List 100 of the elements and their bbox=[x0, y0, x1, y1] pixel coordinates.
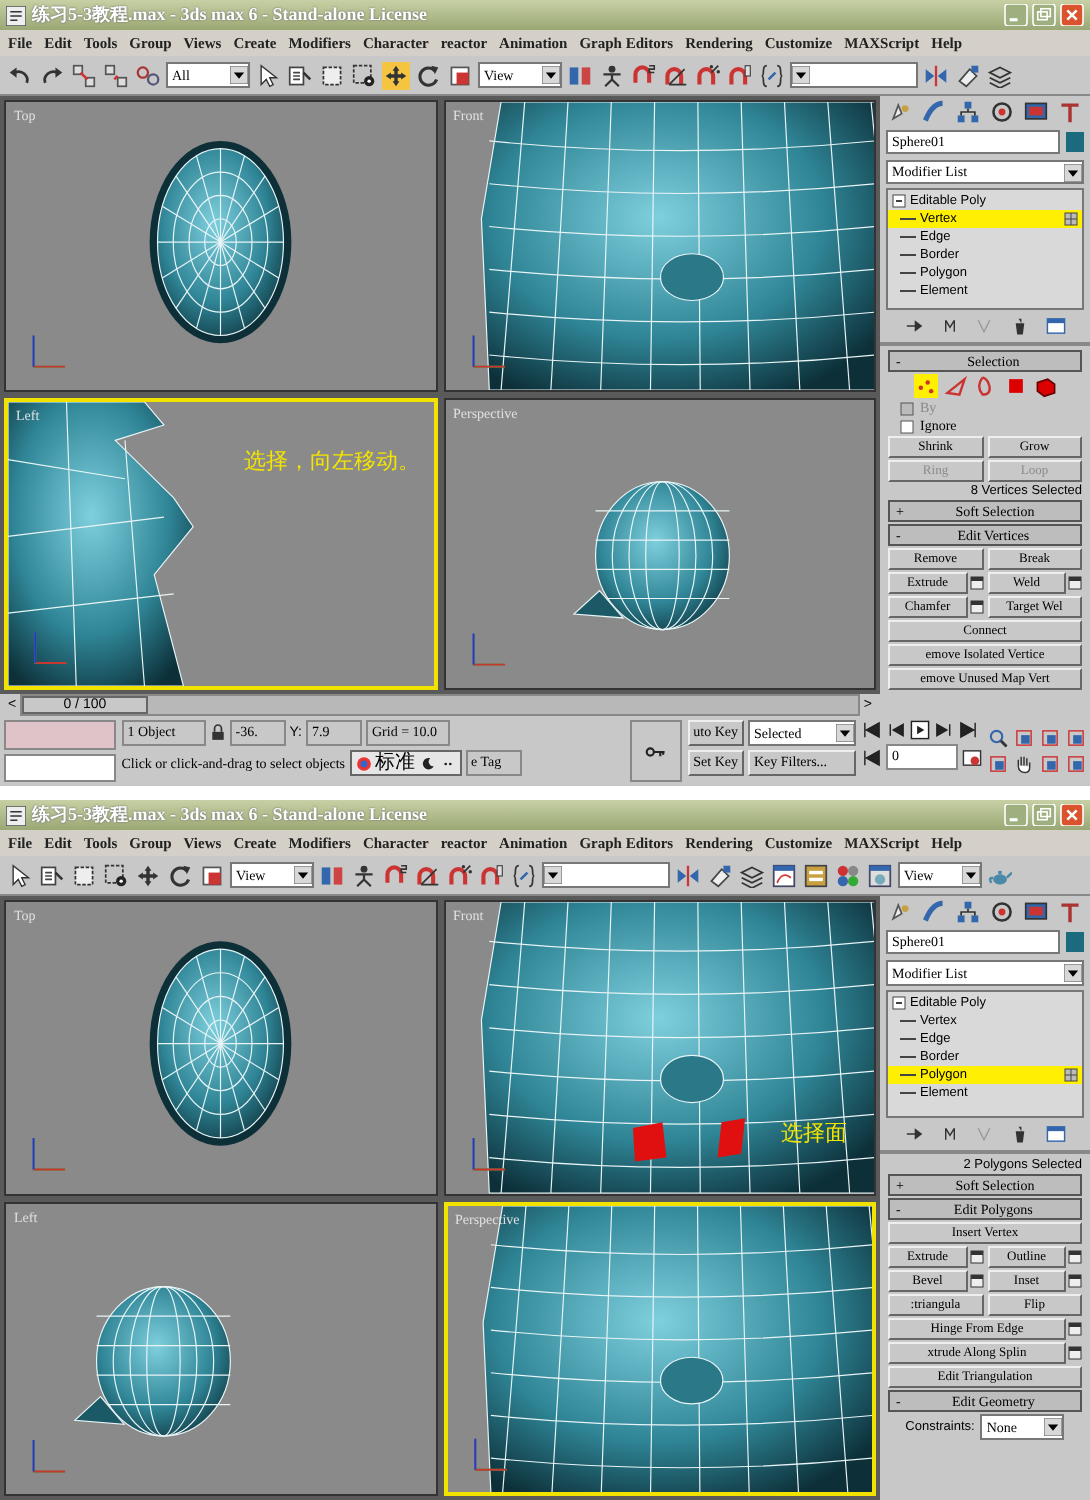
show-end-result-icon[interactable] bbox=[939, 316, 960, 336]
set-key-button[interactable] bbox=[629, 720, 682, 782]
move-icon[interactable] bbox=[384, 63, 408, 87]
dropdown-arrow-icon[interactable] bbox=[230, 66, 248, 84]
layers-icon[interactable] bbox=[740, 863, 764, 887]
mirror-icon[interactable] bbox=[924, 63, 948, 87]
dropdown-arrow-icon[interactable] bbox=[1064, 964, 1082, 982]
zoom-icon[interactable] bbox=[988, 728, 1008, 748]
select-by-name-icon[interactable] bbox=[40, 863, 64, 887]
manipulate-icon[interactable] bbox=[600, 63, 624, 87]
utilities-icon[interactable] bbox=[1057, 900, 1082, 924]
named-selection-icon[interactable] bbox=[512, 863, 536, 887]
dropdown-arrow-icon[interactable] bbox=[1064, 163, 1082, 182]
previous-frame-icon[interactable] bbox=[886, 720, 906, 740]
undo-icon[interactable] bbox=[8, 63, 32, 87]
layers-icon[interactable] bbox=[988, 63, 1012, 87]
maximize-viewport-icon[interactable] bbox=[1066, 754, 1086, 774]
mirror-icon[interactable] bbox=[676, 863, 700, 887]
dropdown-arrow-icon[interactable] bbox=[792, 66, 810, 84]
pivot-icon[interactable] bbox=[320, 863, 344, 887]
create-icon[interactable] bbox=[888, 900, 913, 924]
go-to-end-icon[interactable] bbox=[958, 720, 978, 740]
motion-icon[interactable] bbox=[989, 900, 1014, 924]
color-swatch[interactable] bbox=[1066, 132, 1084, 152]
percent-snap-icon[interactable] bbox=[696, 63, 720, 87]
settings-icon[interactable] bbox=[1068, 576, 1082, 590]
pin-icon[interactable] bbox=[903, 1124, 924, 1144]
named-selection-field[interactable] bbox=[542, 862, 670, 888]
motion-icon[interactable] bbox=[989, 100, 1014, 124]
rectangle-selection-icon[interactable] bbox=[72, 863, 96, 887]
zoom-extents-all-icon[interactable] bbox=[1066, 728, 1086, 748]
configure-icon[interactable] bbox=[1046, 316, 1067, 336]
dropdown-arrow-icon[interactable] bbox=[294, 866, 312, 884]
angle-snap-icon[interactable] bbox=[416, 863, 440, 887]
moon-icon[interactable] bbox=[419, 755, 436, 771]
maxscript-listener-field[interactable] bbox=[4, 753, 116, 782]
time-configuration-icon[interactable] bbox=[962, 747, 982, 767]
zoom-all-icon[interactable] bbox=[1014, 728, 1034, 748]
configure-icon[interactable] bbox=[1046, 1124, 1067, 1144]
manipulate-icon[interactable] bbox=[352, 863, 376, 887]
pin-icon[interactable] bbox=[903, 316, 924, 336]
spinner-snap-icon[interactable] bbox=[480, 863, 504, 887]
utilities-icon[interactable] bbox=[1057, 100, 1082, 124]
rotate-icon[interactable] bbox=[416, 63, 440, 87]
snap-icon[interactable] bbox=[632, 63, 656, 87]
pan-hand-icon[interactable] bbox=[1014, 754, 1034, 774]
collapse-icon[interactable] bbox=[892, 996, 906, 1010]
settings-icon[interactable] bbox=[1068, 1346, 1082, 1360]
display-icon[interactable] bbox=[1023, 100, 1048, 124]
vertex-dots-icon[interactable] bbox=[913, 374, 937, 398]
input-method-bar[interactable]: 标准 bbox=[349, 750, 462, 776]
named-selection-field[interactable] bbox=[790, 62, 918, 88]
region-zoom-icon[interactable] bbox=[988, 754, 1008, 774]
material-editor-icon[interactable] bbox=[836, 863, 860, 887]
display-icon[interactable] bbox=[1023, 900, 1048, 924]
render-scene-icon[interactable] bbox=[868, 863, 892, 887]
schematic-view-icon[interactable] bbox=[804, 863, 828, 887]
modify-icon[interactable] bbox=[922, 100, 947, 124]
settings-icon[interactable] bbox=[969, 1274, 983, 1288]
spinner-snap-icon[interactable] bbox=[728, 63, 752, 87]
select-by-name-icon[interactable] bbox=[288, 63, 312, 87]
align-icon[interactable] bbox=[956, 63, 980, 87]
settings-icon[interactable] bbox=[969, 1250, 983, 1264]
hierarchy-icon[interactable] bbox=[956, 900, 981, 924]
align-icon[interactable] bbox=[708, 863, 732, 887]
dropdown-arrow-icon[interactable] bbox=[836, 724, 854, 742]
modify-icon[interactable] bbox=[922, 900, 947, 924]
unlink-icon[interactable] bbox=[104, 63, 128, 87]
color-swatch[interactable] bbox=[1066, 932, 1084, 952]
collapse-icon[interactable] bbox=[892, 194, 906, 209]
hierarchy-icon[interactable] bbox=[956, 100, 981, 124]
key-mode-toggle-icon[interactable] bbox=[862, 747, 882, 767]
create-icon[interactable] bbox=[888, 100, 913, 124]
bind-icon[interactable] bbox=[136, 63, 160, 87]
settings-icon[interactable] bbox=[1068, 1250, 1082, 1264]
settings-icon[interactable] bbox=[1068, 1322, 1082, 1336]
pivot-icon[interactable] bbox=[568, 63, 592, 87]
zoom-extents-icon[interactable] bbox=[1040, 728, 1060, 748]
percent-snap-icon[interactable] bbox=[448, 863, 472, 887]
angle-snap-icon[interactable] bbox=[664, 63, 688, 87]
dropdown-arrow-icon[interactable] bbox=[1044, 1418, 1063, 1436]
crossing-selection-icon[interactable] bbox=[352, 63, 376, 87]
link-icon[interactable] bbox=[72, 63, 96, 87]
rotate-icon[interactable] bbox=[168, 863, 192, 887]
curve-editor-icon[interactable] bbox=[772, 863, 796, 887]
move-icon[interactable] bbox=[136, 863, 160, 887]
redo-icon[interactable] bbox=[40, 63, 64, 87]
rectangle-selection-icon[interactable] bbox=[320, 63, 344, 87]
scale-icon[interactable] bbox=[448, 63, 472, 87]
snap-icon[interactable] bbox=[384, 863, 408, 887]
show-end-result-icon[interactable] bbox=[939, 1124, 960, 1144]
checkbox[interactable] bbox=[900, 419, 914, 433]
lock-icon[interactable] bbox=[209, 724, 226, 742]
border-icon[interactable] bbox=[973, 374, 997, 398]
close-icon[interactable] bbox=[1060, 804, 1084, 826]
crossing-selection-icon[interactable] bbox=[104, 863, 128, 887]
go-to-start-icon[interactable] bbox=[862, 720, 882, 740]
settings-icon[interactable] bbox=[1068, 1274, 1082, 1288]
settings-icon[interactable] bbox=[969, 576, 983, 590]
cursor-arrow-icon[interactable] bbox=[256, 63, 280, 87]
